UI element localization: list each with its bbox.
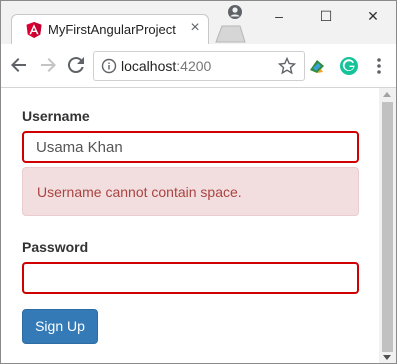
vertical-scrollbar[interactable] xyxy=(379,88,396,363)
scroll-down-arrow-icon[interactable] xyxy=(383,355,391,360)
tab-strip: MyFirstAngularProject × – ☐ ✕ xyxy=(1,1,396,44)
scrollbar-thumb[interactable] xyxy=(382,102,393,352)
address-bar[interactable]: localhost:4200 xyxy=(93,51,305,81)
forward-arrow-icon[interactable] xyxy=(36,53,60,77)
minimize-button[interactable]: – xyxy=(263,3,295,29)
close-window-button[interactable]: ✕ xyxy=(357,3,389,29)
username-error-alert: Username cannot contain space. xyxy=(22,167,359,216)
signup-form: Username Username cannot contain space. … xyxy=(1,88,379,363)
password-label: Password xyxy=(22,239,89,255)
tab-close-icon[interactable]: × xyxy=(187,19,203,36)
reload-icon[interactable] xyxy=(64,53,88,77)
url-text[interactable]: localhost:4200 xyxy=(121,58,211,74)
angular-favicon-icon xyxy=(26,22,42,38)
sign-up-button[interactable]: Sign Up xyxy=(22,309,98,344)
new-tab-icon[interactable] xyxy=(213,25,247,43)
browser-window: MyFirstAngularProject × – ☐ ✕ localhost:… xyxy=(0,0,397,364)
password-input[interactable] xyxy=(22,262,359,294)
username-error-text: Username cannot contain space. xyxy=(37,184,242,200)
grammarly-icon[interactable] xyxy=(339,56,359,76)
username-input[interactable] xyxy=(22,131,359,163)
maximize-button[interactable]: ☐ xyxy=(310,3,342,29)
extension-icon[interactable] xyxy=(307,56,327,76)
scroll-up-arrow-icon[interactable] xyxy=(383,92,391,97)
profile-icon[interactable] xyxy=(227,4,243,20)
back-arrow-icon[interactable] xyxy=(7,53,31,77)
star-icon[interactable] xyxy=(278,57,296,75)
tab-title: MyFirstAngularProject xyxy=(48,22,176,37)
username-label: Username xyxy=(22,108,90,124)
browser-tab[interactable]: MyFirstAngularProject × xyxy=(11,14,209,44)
info-icon[interactable] xyxy=(101,58,117,74)
browser-toolbar: localhost:4200 xyxy=(1,44,396,88)
menu-dots-icon[interactable] xyxy=(371,56,387,76)
